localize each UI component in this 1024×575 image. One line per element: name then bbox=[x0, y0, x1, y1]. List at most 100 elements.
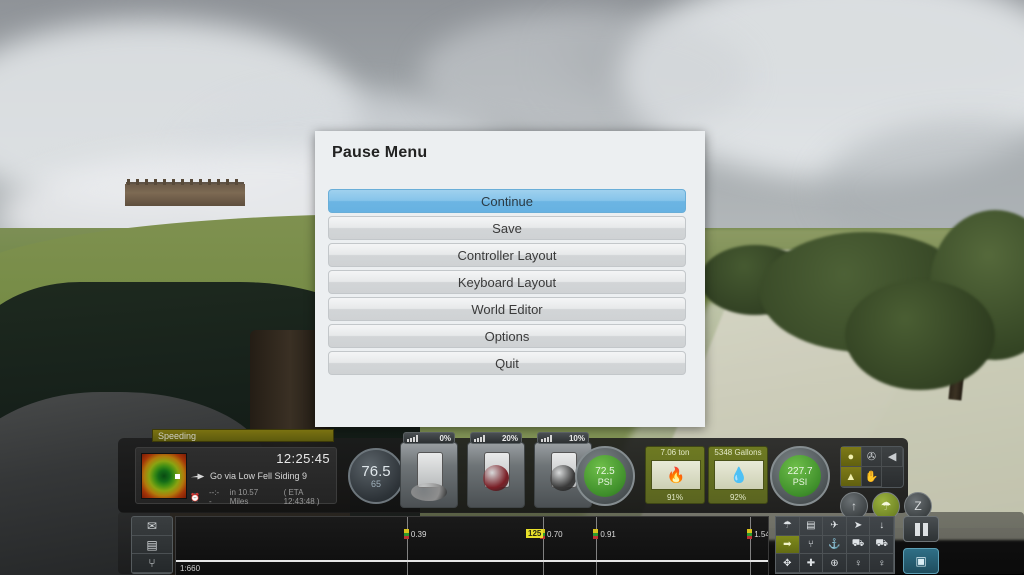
ridge-building bbox=[125, 179, 245, 206]
world-button[interactable]: ⊕ bbox=[823, 554, 847, 573]
coal-percent: 91% bbox=[666, 493, 683, 502]
pause-bar bbox=[922, 522, 928, 536]
bell-icon[interactable]: ▲ bbox=[841, 467, 862, 487]
move-button[interactable]: ✥ bbox=[776, 554, 800, 573]
gauge-unit: PSI bbox=[597, 476, 613, 487]
lever-percent: 10% bbox=[568, 433, 585, 443]
water-resource: 5348 Gallons 💧 92% bbox=[708, 446, 768, 504]
track-camera-button[interactable]: ➤ bbox=[846, 517, 871, 536]
gradient-radar-display bbox=[141, 453, 187, 499]
task-panel: 12:25:45 Go via Low Fell Siding 9 ⏰ --:-… bbox=[135, 447, 337, 506]
track-marker-label: 1.54 bbox=[754, 530, 769, 539]
speed-limit-tag: 125 bbox=[526, 529, 544, 538]
headout-view-button[interactable]: ➡ bbox=[776, 535, 800, 555]
wipers-icon[interactable]: ✇ bbox=[861, 447, 883, 467]
cab-controls-pad: ● ✇ ◀ ▲ ✋ bbox=[840, 446, 904, 488]
menu-item-continue[interactable]: Continue bbox=[328, 189, 686, 213]
menu-item-label: Keyboard Layout bbox=[457, 274, 557, 290]
menu-item-label: Continue bbox=[480, 193, 534, 209]
map-scale: 1:660 bbox=[180, 564, 201, 573]
lever-knob[interactable] bbox=[483, 465, 509, 491]
page-title: Pause Menu bbox=[332, 144, 428, 161]
time-remaining: --:-- bbox=[208, 488, 220, 506]
menu-item-world-editor[interactable]: World Editor bbox=[328, 297, 686, 321]
lever-reverser[interactable]: 20% bbox=[467, 432, 525, 508]
menu-item-keyboard-layout[interactable]: Keyboard Layout bbox=[328, 270, 686, 294]
horn-icon[interactable]: ◀ bbox=[882, 447, 903, 467]
lever-knob[interactable] bbox=[411, 483, 447, 501]
gauge-unit: PSI bbox=[792, 476, 808, 487]
menu-item-label: Controller Layout bbox=[457, 247, 557, 263]
signal-view-button[interactable]: ⑂ bbox=[799, 535, 824, 555]
hud-clock: 12:25:45 bbox=[276, 451, 330, 466]
track-tick bbox=[750, 517, 752, 575]
lever-percent: 20% bbox=[501, 433, 518, 443]
objective-row: Go via Low Fell Siding 9 bbox=[190, 471, 307, 481]
menu-item-save[interactable]: Save bbox=[328, 216, 686, 240]
lever-knob[interactable] bbox=[550, 465, 576, 491]
tree bbox=[845, 280, 995, 390]
menu-item-label: Options bbox=[484, 328, 530, 344]
track-marker-label: 0.39 bbox=[410, 530, 427, 539]
lever-readout: 20% bbox=[470, 432, 522, 444]
pause-menu-list: Continue Save Controller Layout Keyboard La… bbox=[328, 189, 686, 378]
cab-view-button[interactable]: ☂ bbox=[776, 517, 800, 536]
track-map: 1:660 0.39 0.70 0.91 1.54 125 bbox=[175, 516, 769, 575]
water-drop-icon: 💧 bbox=[714, 460, 764, 490]
pause-menu-dialog: Pause Menu Continue Save Controller Layout… bbox=[315, 131, 705, 427]
cloud bbox=[420, 10, 750, 140]
coupling-button[interactable]: ↓ bbox=[870, 517, 894, 536]
wagon-view-button[interactable]: ⛟ bbox=[846, 535, 871, 555]
hand-pointer-icon bbox=[190, 473, 205, 479]
signal-bars-icon bbox=[407, 434, 418, 442]
lever-regulator[interactable]: 0% bbox=[400, 432, 458, 508]
menu-item-label: Quit bbox=[495, 355, 519, 371]
signal-b-button[interactable]: ♀ bbox=[870, 554, 894, 573]
track-rail-line bbox=[176, 560, 768, 562]
free-camera-button[interactable]: ✈ bbox=[823, 517, 847, 536]
speed-limit: 65 bbox=[370, 478, 381, 489]
lever-readout: 0% bbox=[403, 432, 455, 444]
map-button[interactable]: ▤ bbox=[132, 536, 172, 555]
track-signal-icon bbox=[747, 529, 753, 539]
passenger-view-button[interactable]: ▤ bbox=[799, 517, 824, 536]
load-view-button[interactable]: ⛟ bbox=[870, 535, 894, 555]
water-amount: 5348 Gallons bbox=[714, 448, 762, 457]
track-signal-icon bbox=[593, 529, 599, 539]
track-tick bbox=[543, 517, 545, 575]
menu-item-quit[interactable]: Quit bbox=[328, 351, 686, 375]
brake-icon bbox=[541, 434, 552, 442]
boxcar-view-button[interactable]: ⚓ bbox=[823, 535, 847, 555]
track-tick bbox=[406, 517, 408, 575]
water-percent: 92% bbox=[729, 493, 746, 502]
menu-item-controller-layout[interactable]: Controller Layout bbox=[328, 243, 686, 267]
speedometer: 76.5 65 bbox=[348, 448, 404, 504]
objective-detail-row: ⏰ --:-- in 10.57 Miles ( ETA 12:43:48 ) bbox=[190, 488, 336, 506]
track-marker-label: 0.91 bbox=[600, 530, 616, 539]
menu-item-label: Save bbox=[492, 220, 522, 236]
sander-icon[interactable]: ✋ bbox=[861, 467, 883, 487]
status-badge: Speeding bbox=[152, 429, 334, 442]
menu-item-options[interactable]: Options bbox=[328, 324, 686, 348]
screenshot-button[interactable]: ▣ bbox=[903, 548, 939, 574]
pause-button[interactable] bbox=[903, 516, 939, 542]
camera-button-grid: ☂ ▤ ✈ ➤ ↓ ➡ ⑂ ⚓ ⛟ ⛟ ✥ ✚ ⊕ ♀ ♀ bbox=[775, 516, 895, 574]
hud: Speeding 12:25:45 Go via Low Fell Siding… bbox=[0, 420, 1024, 575]
junction-button[interactable]: ⑂ bbox=[132, 554, 172, 574]
gauge-value: 72.5 bbox=[595, 465, 615, 477]
fire-icon: 🔥 bbox=[651, 460, 701, 490]
switch-button[interactable]: ✚ bbox=[799, 554, 824, 573]
gauge-value: 227.7 bbox=[787, 465, 813, 477]
game-screen: Pause Menu Continue Save Controller Layout… bbox=[0, 0, 1024, 575]
objectives-button[interactable]: ✉ bbox=[132, 517, 172, 536]
coal-amount: 7.06 ton bbox=[660, 448, 690, 457]
lever-readout: 10% bbox=[537, 432, 589, 444]
boiler-pressure-gauge: 227.7 PSI bbox=[770, 446, 830, 506]
signal-a-button[interactable]: ♀ bbox=[846, 554, 871, 573]
lever-percent: 0% bbox=[439, 433, 451, 443]
clock-icon: ⏰ bbox=[190, 492, 200, 502]
menu-item-label: World Editor bbox=[471, 301, 543, 317]
pause-bar bbox=[914, 522, 920, 536]
distance-remaining: in 10.57 Miles bbox=[229, 488, 259, 506]
headlight-icon[interactable]: ● bbox=[841, 447, 862, 467]
